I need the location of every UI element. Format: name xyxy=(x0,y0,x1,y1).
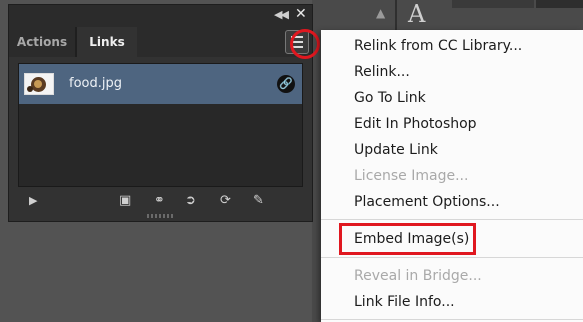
relink-icon[interactable]: ⚭ xyxy=(154,191,165,211)
tab-actions[interactable]: Actions xyxy=(9,27,75,57)
menu-item-update-link[interactable]: Update Link xyxy=(354,138,438,162)
menu-separator xyxy=(321,319,583,320)
thumbnail-shape xyxy=(27,86,33,92)
links-flyout-menu: Relink from CC Library... Relink... Go T… xyxy=(321,30,583,322)
thumbnail-shape xyxy=(34,80,42,88)
menu-item-link-file-info[interactable]: Link File Info... xyxy=(354,290,455,314)
link-filename: food.jpg xyxy=(69,76,122,91)
menu-separator xyxy=(321,219,583,220)
layers-tab-edge[interactable] xyxy=(536,0,583,8)
panel-tabbar: Actions Links xyxy=(9,27,312,57)
image-thumbnail xyxy=(24,73,54,95)
panel-toolbar: ▶ ▣ ⚭ ➲ ⟳ ✎ xyxy=(9,191,312,211)
close-icon[interactable]: ✕ xyxy=(295,6,307,22)
links-list: food.jpg 🔗 xyxy=(18,63,303,187)
chevron-up-icon[interactable]: ▲ xyxy=(376,6,385,20)
menu-item-edit-in-photoshop[interactable]: Edit In Photoshop xyxy=(354,112,477,136)
menu-item-relink[interactable]: Relink... xyxy=(354,60,410,84)
play-icon[interactable]: ▶ xyxy=(29,191,37,211)
menu-item-reveal-in-bridge: Reveal in Bridge... xyxy=(354,268,482,284)
properties-tab-edge[interactable] xyxy=(452,0,534,8)
links-panel: ◀◀ ✕ Actions Links food.jpg 🔗 ▶ ▣ ⚭ ➲ ⟳ … xyxy=(8,4,320,222)
menu-item-relink-cc-library[interactable]: Relink from CC Library... xyxy=(354,34,522,58)
menu-item-placement-options[interactable]: Placement Options... xyxy=(354,190,500,214)
edit-original-icon[interactable]: ✎ xyxy=(253,191,264,211)
menu-separator xyxy=(321,257,583,258)
goto-link-icon[interactable]: ➲ xyxy=(185,191,196,211)
menu-item-go-to-link[interactable]: Go To Link xyxy=(354,86,426,110)
type-tool-icon[interactable]: A xyxy=(408,1,436,27)
link-row[interactable]: food.jpg 🔗 xyxy=(19,64,302,104)
resize-grip[interactable] xyxy=(147,214,173,218)
update-link-icon[interactable]: ⟳ xyxy=(220,191,231,211)
embed-highlight-box xyxy=(339,223,476,255)
panel-titlebar[interactable]: ◀◀ ✕ xyxy=(9,5,312,27)
menu-highlight-circle xyxy=(290,29,320,59)
link-status-icon: 🔗 xyxy=(277,75,295,93)
relink-cc-icon[interactable]: ▣ xyxy=(119,191,131,211)
tab-links[interactable]: Links xyxy=(77,27,137,57)
menu-item-license-image: License Image... xyxy=(354,168,469,184)
collapse-icon[interactable]: ◀◀ xyxy=(274,8,289,21)
